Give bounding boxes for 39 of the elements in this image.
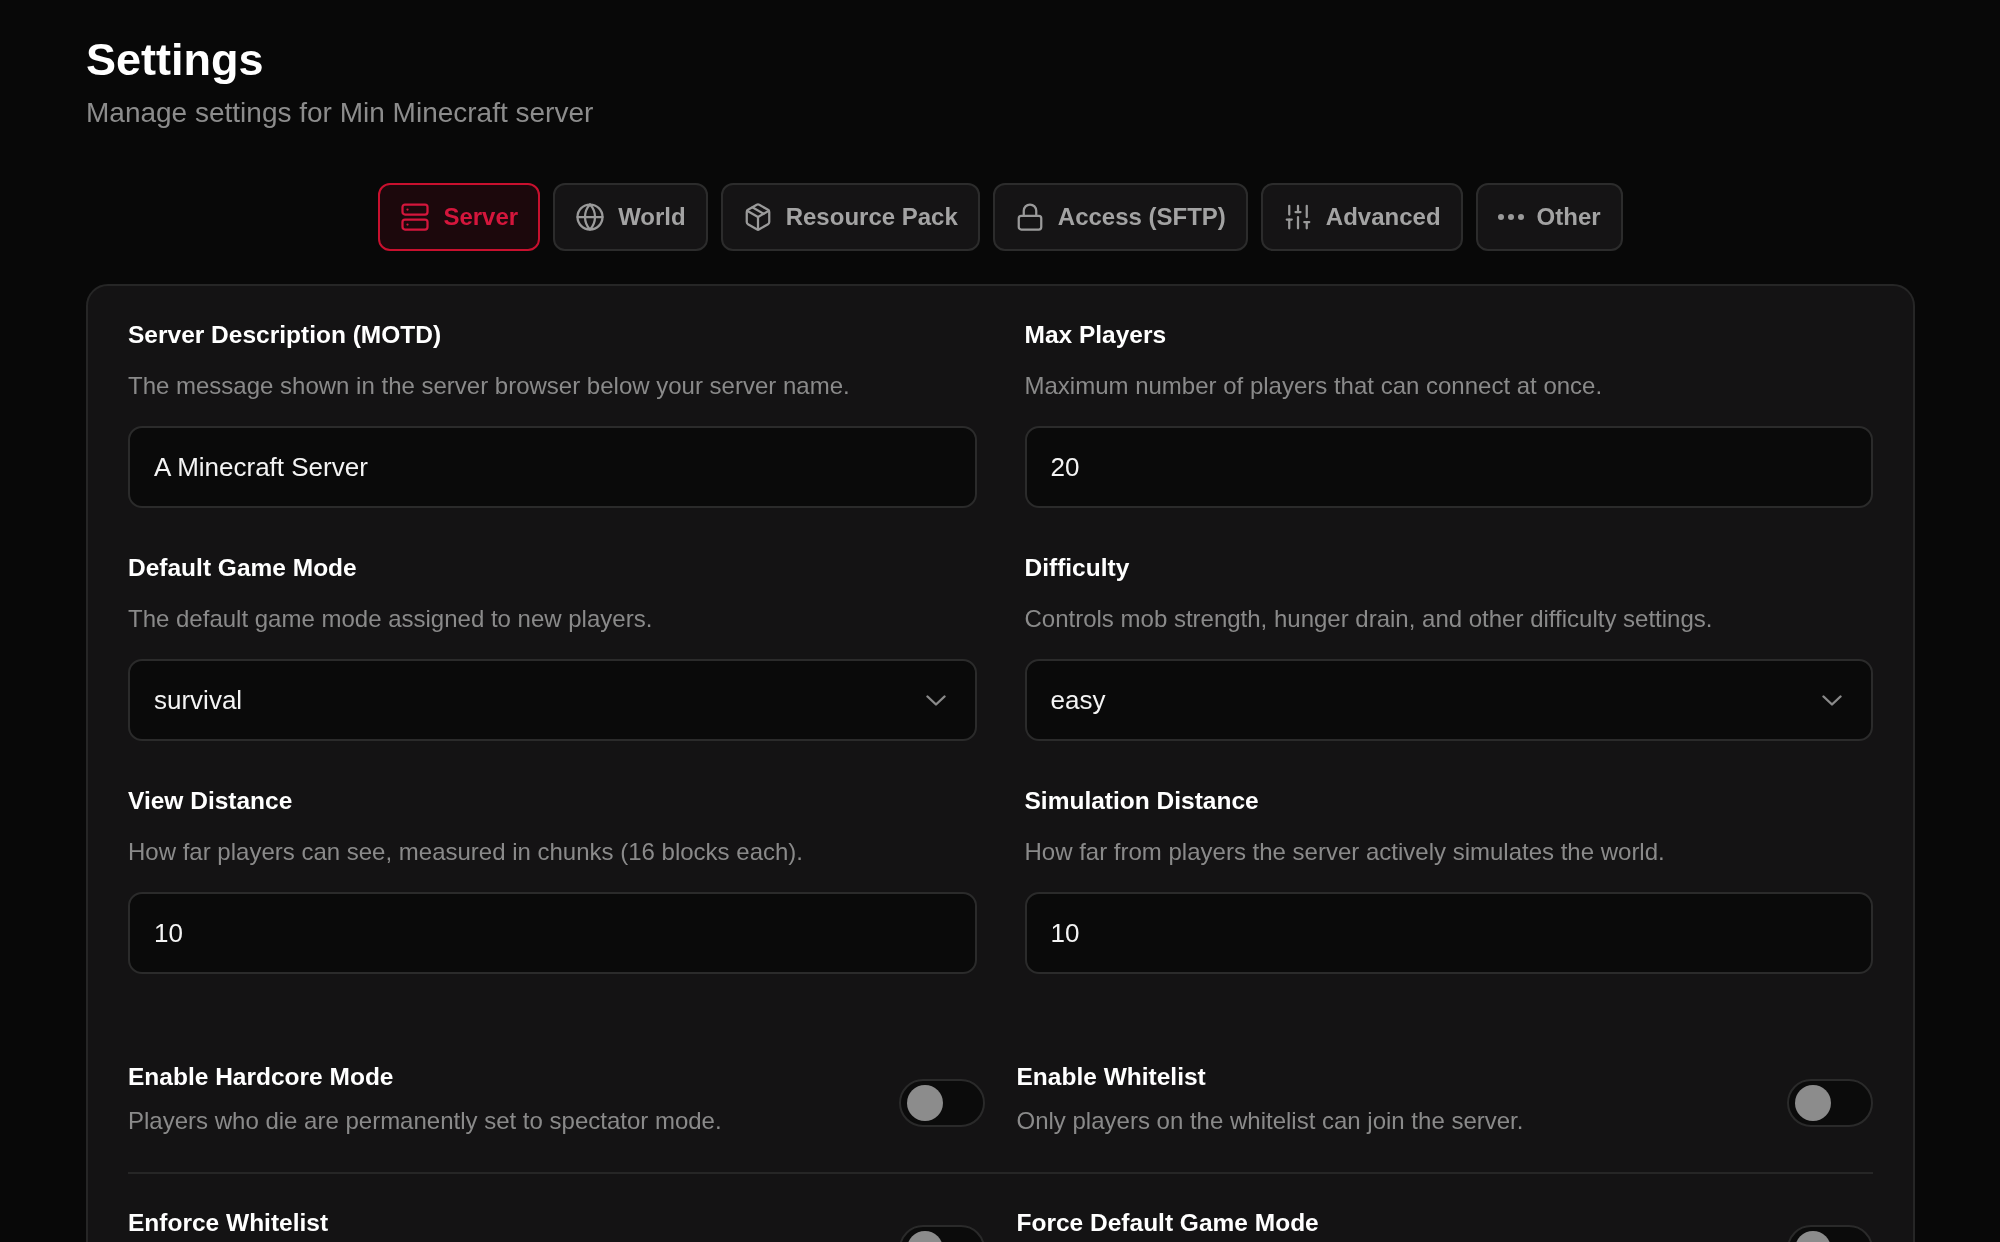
field-description: The default game mode assigned to new players. xyxy=(128,604,653,634)
tab[interactable]: Other xyxy=(1475,183,1623,251)
field-description: How far from players the server actively simulates the world. xyxy=(1024,837,1665,867)
toggle-description: Players who die are permanently set to spectator mode. xyxy=(128,1106,722,1136)
text-input[interactable]: 10 xyxy=(128,892,977,974)
field-label: Max Players xyxy=(1024,320,1167,350)
text-input[interactable]: A Minecraft Server xyxy=(128,426,977,508)
server-icon xyxy=(400,202,431,232)
field-label: Server Description (MOTD) xyxy=(128,320,442,350)
tab[interactable]: World xyxy=(553,183,708,251)
toggle-description: Only players on the whitelist can join the server. xyxy=(1016,1106,1524,1136)
tab[interactable]: Access (SFTP) xyxy=(992,183,1248,251)
field-label: Difficulty xyxy=(1024,553,1130,583)
tab[interactable]: Resource Pack xyxy=(720,183,980,251)
chevron-down-icon xyxy=(925,694,946,706)
select-field[interactable]: easy xyxy=(1024,659,1873,741)
field-description: Maximum number of players that can connect at once. xyxy=(1024,371,1603,401)
field-description: Controls mob strength, hunger drain, and other difficulty settings. xyxy=(1024,604,1713,634)
text-input[interactable]: 20 xyxy=(1024,426,1873,508)
page-subtitle: Manage settings for Min Minecraft server xyxy=(86,97,594,129)
toggle-switch[interactable] xyxy=(898,1079,985,1127)
toggle-label: Force Default Game Mode xyxy=(1016,1208,1319,1238)
text-input[interactable]: 10 xyxy=(1024,892,1873,974)
ellipsis-icon xyxy=(1497,214,1524,220)
select-field[interactable]: survival xyxy=(128,659,977,741)
chevron-down-icon xyxy=(1822,694,1842,706)
toggle-label: Enable Whitelist xyxy=(1016,1062,1206,1092)
field-label: Simulation Distance xyxy=(1024,786,1259,816)
toggle-label: Enable Hardcore Mode xyxy=(128,1062,394,1092)
toggle-label: Enforce Whitelist xyxy=(128,1208,329,1238)
tab[interactable]: Advanced xyxy=(1260,183,1463,251)
field-description: How far players can see, measured in chunks (16 blocks each). xyxy=(128,837,803,867)
field-label: Default Game Mode xyxy=(128,553,357,583)
tab[interactable]: Server xyxy=(378,183,541,251)
field-label: View Distance xyxy=(128,786,293,816)
page-title: Settings xyxy=(86,33,264,87)
globe-icon xyxy=(575,202,606,232)
toggle-switch[interactable] xyxy=(1787,1079,1873,1127)
field-description: The message shown in the server browser below your server name. xyxy=(128,371,850,401)
